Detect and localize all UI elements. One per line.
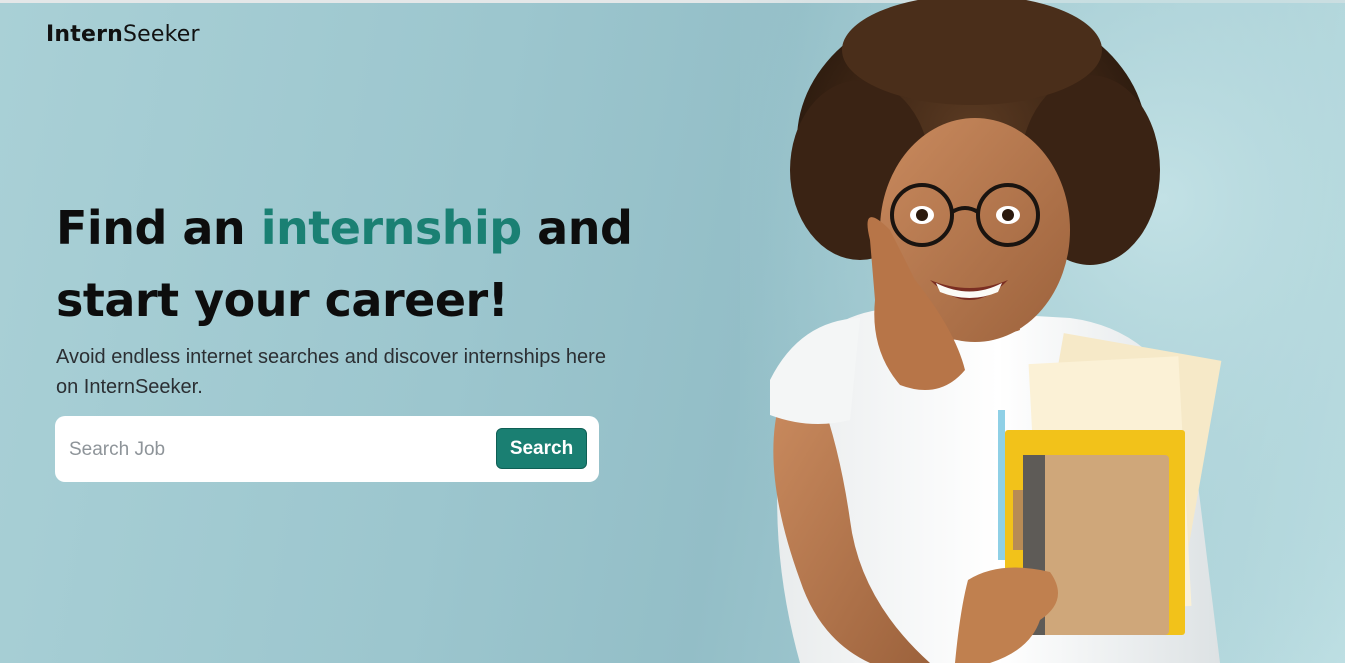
hero-subtitle: Avoid endless internet searches and disc…	[56, 346, 606, 398]
headline-start: Find an	[56, 201, 261, 255]
headline-accent: internship	[260, 201, 522, 255]
logo-bold-text: Intern	[46, 22, 123, 47]
search-input[interactable]	[67, 434, 471, 466]
hero-student-image	[740, 0, 1345, 663]
site-logo[interactable]: InternSeeker	[46, 22, 200, 47]
landing-page: InternSeeker Find an internship and star…	[0, 0, 1345, 663]
hero-section: Find an internship and start your career…	[56, 192, 636, 402]
search-bar: Search	[55, 416, 599, 482]
search-button[interactable]: Search	[496, 428, 587, 469]
logo-light-text: Seeker	[123, 22, 200, 47]
hero-headline: Find an internship and start your career…	[56, 192, 636, 336]
